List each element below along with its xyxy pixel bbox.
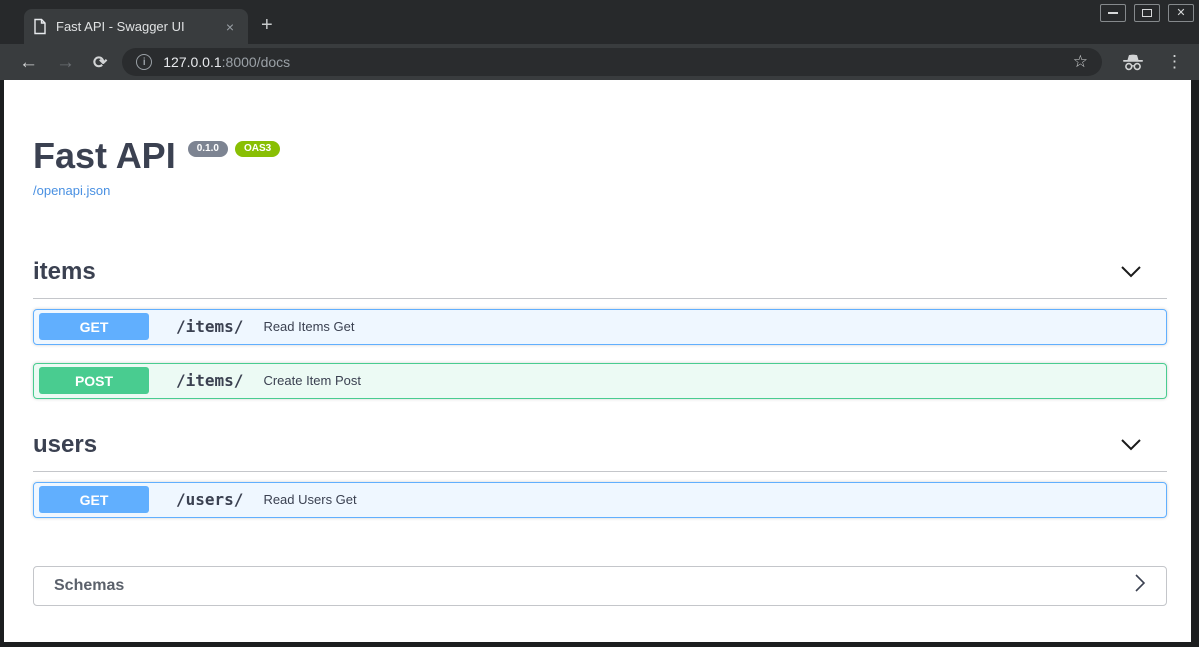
minimize-button[interactable] (1100, 4, 1126, 22)
forward-icon[interactable]: → (56, 53, 75, 72)
minimize-icon (1108, 12, 1118, 14)
reload-icon[interactable]: ⟳ (93, 53, 107, 72)
chevron-right-icon[interactable] (1134, 573, 1146, 598)
operation-path: /items/ (176, 371, 244, 391)
incognito-icon (1122, 54, 1144, 71)
method-badge: GET (39, 313, 149, 341)
browser-toolbar: ← → ⟳ i 127.0.0.1:8000/docs ☆ ⋮ (0, 44, 1199, 80)
section-items: items GET /items/ Read Items Get POST /i… (33, 252, 1167, 399)
method-badge: POST (39, 367, 149, 395)
operation-summary: Read Users Get (263, 492, 357, 508)
browser-titlebar: Fast API - Swagger UI × + ✕ (0, 0, 1199, 44)
chevron-down-icon[interactable] (1120, 265, 1142, 278)
url-host: 127.0.0.1 (163, 54, 222, 70)
page-favicon-icon (33, 18, 47, 35)
page-title: Fast API (33, 135, 176, 176)
window-controls: ✕ (1100, 4, 1194, 22)
operation-summary: Create Item Post (263, 373, 361, 389)
operation-get-items[interactable]: GET /items/ Read Items Get (33, 308, 1167, 345)
schemas-label: Schemas (54, 576, 125, 594)
section-title: users (33, 430, 98, 458)
url-text[interactable]: 127.0.0.1:8000/docs (163, 54, 290, 70)
close-icon: ✕ (1176, 6, 1186, 19)
section-items-header[interactable]: items (33, 252, 1167, 299)
schemas-section[interactable]: Schemas (33, 565, 1167, 606)
section-users: users GET /users/ Read Users Get (33, 425, 1167, 518)
openapi-spec-link[interactable]: /openapi.json (33, 183, 110, 198)
maximize-icon (1142, 9, 1152, 17)
version-badge: 0.1.0 (187, 141, 228, 157)
page-viewport: Fast API 0.1.0 OAS3 /openapi.json items GE… (4, 80, 1191, 642)
operation-summary: Read Items Get (263, 319, 355, 335)
method-badge: GET (39, 486, 149, 514)
operation-post-items[interactable]: POST /items/ Create Item Post (33, 362, 1167, 399)
operation-path: /items/ (176, 317, 244, 337)
oas3-badge: OAS3 (234, 141, 281, 157)
close-button[interactable]: ✕ (1168, 4, 1194, 22)
back-icon[interactable]: ← (19, 53, 38, 72)
site-info-icon[interactable]: i (136, 54, 153, 70)
api-title-row: Fast API 0.1.0 OAS3 (33, 136, 1167, 176)
operation-path: /users/ (176, 490, 244, 510)
new-tab-button[interactable]: + (261, 15, 273, 35)
maximize-button[interactable] (1134, 4, 1160, 22)
browser-window: Fast API - Swagger UI × + ✕ ← → ⟳ i 127.… (0, 0, 1199, 647)
tab-title: Fast API - Swagger UI (56, 19, 185, 34)
url-path: :8000/docs (221, 54, 291, 70)
browser-tab[interactable]: Fast API - Swagger UI × (24, 9, 248, 44)
browser-menu-icon[interactable]: ⋮ (1166, 52, 1183, 72)
operation-get-users[interactable]: GET /users/ Read Users Get (33, 481, 1167, 518)
bookmark-star-icon[interactable]: ☆ (1073, 52, 1088, 72)
chevron-down-icon[interactable] (1120, 438, 1142, 451)
tab-close-icon[interactable]: × (222, 17, 238, 37)
swagger-ui: Fast API 0.1.0 OAS3 /openapi.json items GE… (4, 80, 1191, 606)
section-users-header[interactable]: users (33, 425, 1167, 472)
address-bar[interactable]: i 127.0.0.1:8000/docs ☆ (122, 48, 1102, 76)
section-title: items (33, 257, 96, 285)
